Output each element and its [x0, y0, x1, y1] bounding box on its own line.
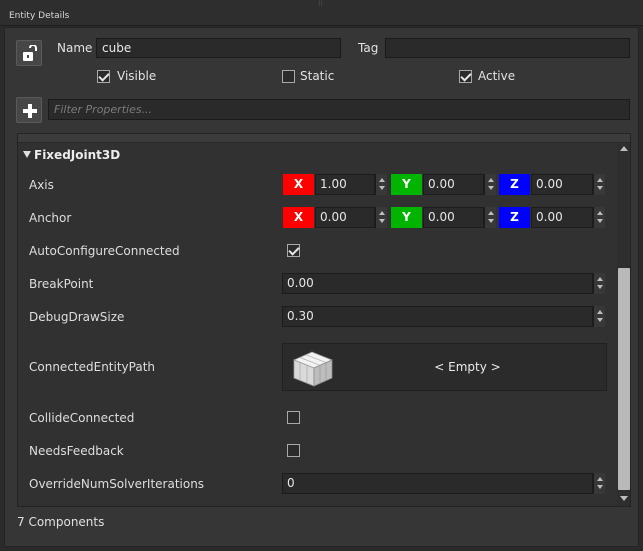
debug-draw-size-spinner[interactable]: [593, 306, 605, 327]
axis-y-input[interactable]: 0.00: [423, 174, 484, 195]
axis-z-input[interactable]: 0.00: [531, 174, 593, 195]
needs-feedback-checkbox[interactable]: [287, 444, 300, 457]
panel-title: Entity Details: [9, 11, 70, 21]
plus-icon: [23, 104, 37, 118]
component-name: FixedJoint3D: [34, 148, 121, 162]
tag-input[interactable]: [385, 38, 630, 58]
override-iterations-spinner[interactable]: [593, 473, 605, 494]
collide-connected-checkbox[interactable]: [287, 411, 300, 424]
add-component-button[interactable]: [16, 97, 42, 123]
collapsed-component-strip[interactable]: [18, 134, 630, 143]
break-point-spinner[interactable]: [593, 273, 605, 294]
axis-x-button[interactable]: X: [283, 174, 314, 195]
component-list: FixedJoint3D Axis X 1.00 Y 0.00 Z 0.00 A…: [17, 133, 631, 507]
scroll-up-icon[interactable]: [620, 146, 628, 151]
anchor-y-button[interactable]: Y: [391, 207, 422, 228]
connected-entity-field[interactable]: < Empty >: [282, 343, 607, 391]
active-label: Active: [478, 69, 516, 83]
break-point-input[interactable]: 0.00: [282, 273, 593, 294]
anchor-z-button[interactable]: Z: [499, 207, 530, 228]
vertical-scrollbar[interactable]: [617, 144, 630, 506]
collide-connected-label: CollideConnected: [29, 411, 135, 425]
visible-checkbox[interactable]: [97, 70, 110, 83]
name-input[interactable]: [96, 38, 341, 58]
anchor-z-input[interactable]: 0.00: [531, 207, 593, 228]
override-iterations-label: OverrideNumSolverIterations: [29, 477, 205, 491]
name-label: Name: [57, 41, 93, 55]
axis-z-spinner[interactable]: [593, 174, 605, 195]
auto-configure-label: AutoConfigureConnected: [29, 244, 180, 258]
lock-button[interactable]: [16, 40, 42, 66]
scroll-down-icon[interactable]: [620, 496, 628, 501]
anchor-x-spinner[interactable]: [375, 207, 387, 228]
debug-draw-size-label: DebugDrawSize: [29, 310, 125, 324]
axis-z-button[interactable]: Z: [499, 174, 530, 195]
axis-label: Axis: [29, 178, 54, 192]
drag-grip-icon[interactable]: ⁞⁞: [318, 0, 328, 8]
anchor-x-input[interactable]: 0.00: [315, 207, 375, 228]
axis-x-spinner[interactable]: [375, 174, 387, 195]
auto-configure-checkbox[interactable]: [287, 244, 300, 257]
lock-icon: [23, 45, 37, 61]
debug-draw-size-input[interactable]: 0.30: [282, 306, 593, 327]
break-point-label: BreakPoint: [29, 277, 94, 291]
axis-y-button[interactable]: Y: [391, 174, 422, 195]
active-checkbox[interactable]: [459, 70, 472, 83]
needs-feedback-label: NeedsFeedback: [29, 444, 124, 458]
anchor-z-spinner[interactable]: [593, 207, 605, 228]
anchor-label: Anchor: [29, 211, 72, 225]
anchor-y-spinner[interactable]: [484, 207, 496, 228]
axis-y-spinner[interactable]: [484, 174, 496, 195]
tag-label: Tag: [358, 41, 379, 55]
override-iterations-input[interactable]: 0: [282, 473, 593, 494]
collapse-triangle-icon[interactable]: [23, 151, 31, 158]
scrollbar-thumb[interactable]: [618, 268, 630, 490]
connected-entity-label: ConnectedEntityPath: [29, 360, 156, 374]
connected-entity-value: < Empty >: [434, 360, 501, 374]
visible-label: Visible: [117, 69, 157, 83]
static-label: Static: [300, 69, 335, 83]
anchor-x-button[interactable]: X: [283, 207, 314, 228]
anchor-y-input[interactable]: 0.00: [423, 207, 484, 228]
static-checkbox[interactable]: [282, 70, 295, 83]
panel-titlebar: Entity Details ⁞⁞: [0, 0, 643, 26]
filter-properties-input[interactable]: Filter Properties...: [48, 99, 630, 120]
axis-x-input[interactable]: 1.00: [315, 174, 375, 195]
components-count: 7 Components: [17, 515, 105, 529]
